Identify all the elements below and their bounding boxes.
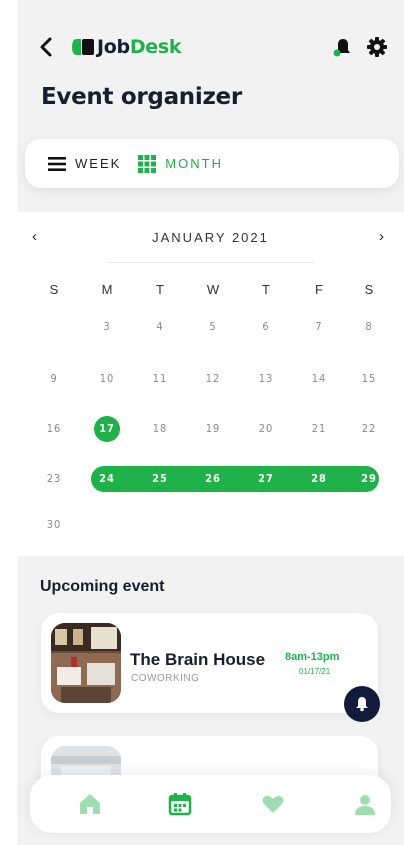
event-type: COWORKING xyxy=(131,673,200,684)
calendar-day[interactable]: 19 xyxy=(198,416,228,442)
calendar-day[interactable]: 7 xyxy=(304,314,334,340)
calendar-day[interactable]: 12 xyxy=(198,366,228,392)
week-view-button[interactable]: WEEK xyxy=(47,139,121,188)
calendar-day[interactable]: 4 xyxy=(145,314,175,340)
calendar-day[interactable]: 15 xyxy=(354,366,384,392)
calendar-day[interactable]: 11 xyxy=(145,366,175,392)
weekday-label: M xyxy=(101,282,113,297)
event-name: The Brain House xyxy=(130,650,266,669)
weekday-label: T xyxy=(262,282,270,297)
app-logo: JobDesk xyxy=(71,36,182,58)
calendar-day[interactable]: 30 xyxy=(39,512,69,538)
calendar-day[interactable]: 28 xyxy=(304,466,334,492)
calendar-day[interactable]: 18 xyxy=(145,416,175,442)
calendar-day[interactable]: 26 xyxy=(198,466,228,492)
weekday-label: T xyxy=(156,282,164,297)
home-icon[interactable] xyxy=(77,791,103,817)
calendar-day[interactable]: 22 xyxy=(354,416,384,442)
bottom-nav xyxy=(30,775,391,833)
calendar-header: ‹ JANUARY 2021 › xyxy=(17,228,404,250)
upcoming-events-title: Upcoming event xyxy=(40,578,165,595)
grid-view-icon xyxy=(138,154,157,173)
logo-mark-icon xyxy=(72,39,94,55)
calendar-day[interactable]: 24 xyxy=(92,466,122,492)
event-date: 01/17/21 xyxy=(299,667,331,676)
calendar-month-label: JANUARY 2021 xyxy=(152,230,269,245)
calendar-day[interactable]: 5 xyxy=(198,314,228,340)
calendar-day[interactable]: 14 xyxy=(304,366,334,392)
logo-text: JobDesk xyxy=(97,36,182,58)
calendar-divider xyxy=(107,262,314,263)
bell-fab-icon xyxy=(356,697,368,712)
month-view-button[interactable]: MONTH xyxy=(137,139,223,188)
calendar-day-today[interactable]: 17 xyxy=(94,416,120,442)
notification-fab[interactable] xyxy=(344,686,380,722)
page-title: Event organizer xyxy=(41,84,242,110)
logo-text-prefix: Job xyxy=(97,36,130,58)
profile-icon[interactable] xyxy=(352,791,378,817)
calendar-day[interactable]: 21 xyxy=(304,416,334,442)
calendar-day[interactable]: 3 xyxy=(92,314,122,340)
list-view-icon xyxy=(48,156,66,171)
weekday-label: S xyxy=(49,282,59,297)
calendar-day[interactable]: 27 xyxy=(251,466,281,492)
chevron-right-icon[interactable]: › xyxy=(379,228,384,245)
calendar-day[interactable]: 13 xyxy=(251,366,281,392)
top-bar: JobDesk xyxy=(17,32,404,62)
month-view-label: MONTH xyxy=(165,156,223,171)
calendar-day[interactable]: 6 xyxy=(251,314,281,340)
app-screen: JobDesk Event organizer WEEK MONTH ‹ JAN… xyxy=(17,0,404,845)
calendar-day[interactable]: 25 xyxy=(145,466,175,492)
calendar-day[interactable]: 9 xyxy=(39,366,69,392)
settings-gear-icon[interactable] xyxy=(366,36,388,58)
weekday-label: S xyxy=(364,282,374,297)
event-card[interactable]: The Brain House COWORKING 8am-13pm 01/17… xyxy=(41,613,378,713)
back-arrow-icon[interactable] xyxy=(37,36,57,58)
logo-text-suffix: Desk xyxy=(129,36,182,58)
view-toggle: WEEK MONTH xyxy=(25,139,399,188)
calendar-day[interactable]: 23 xyxy=(39,466,69,492)
weekday-label: F xyxy=(315,282,323,297)
event-thumbnail xyxy=(51,623,121,703)
calendar-day[interactable]: 29 xyxy=(354,466,384,492)
heart-icon[interactable] xyxy=(260,791,286,817)
week-view-label: WEEK xyxy=(75,156,122,171)
calendar-icon[interactable] xyxy=(167,791,193,817)
calendar-day[interactable]: 10 xyxy=(92,366,122,392)
selected-week-highlight xyxy=(91,466,379,492)
calendar-day[interactable]: 16 xyxy=(39,416,69,442)
notification-bell-icon[interactable] xyxy=(332,36,354,58)
calendar-day[interactable]: 20 xyxy=(251,416,281,442)
calendar-day[interactable]: 8 xyxy=(354,314,384,340)
event-time: 8am-13pm xyxy=(285,651,340,663)
weekday-label: W xyxy=(206,282,220,297)
